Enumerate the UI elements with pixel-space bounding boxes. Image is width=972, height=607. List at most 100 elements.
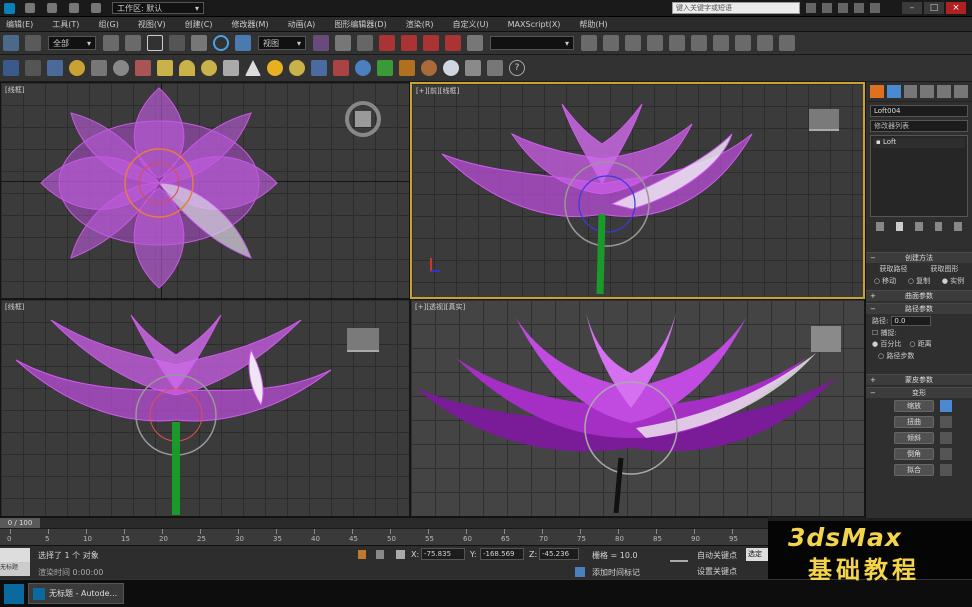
time-slider[interactable]: 0 / 100 — [0, 517, 768, 528]
auto-key-button[interactable]: 自动关键点 — [697, 550, 737, 561]
radio-copy[interactable]: ○ 复制 — [908, 276, 930, 286]
viewport-left[interactable]: [线框] — [0, 299, 410, 517]
cylinder-icon[interactable] — [223, 60, 239, 76]
scale-deform-button[interactable]: 缩放 — [894, 400, 934, 412]
curve-editor-icon[interactable] — [669, 35, 685, 51]
measure-icon[interactable] — [487, 60, 503, 76]
fit-deform-button[interactable]: 拟合 — [894, 464, 934, 476]
viewcube-icon[interactable] — [347, 328, 379, 352]
white-sphere-icon[interactable] — [443, 60, 459, 76]
biped-icon[interactable] — [399, 60, 415, 76]
hierarchy-tab-icon[interactable] — [903, 85, 918, 98]
radio-move[interactable]: ○ 移动 — [874, 276, 896, 286]
lock-selection-icon[interactable] — [358, 550, 366, 559]
percent-snap-icon[interactable] — [423, 35, 439, 51]
viewport-top[interactable]: [线框] — [0, 82, 410, 299]
pivot-center-icon[interactable] — [313, 35, 329, 51]
modifier-list-dropdown[interactable]: 修改器列表 — [870, 120, 968, 132]
named-selection-dropdown[interactable]: ▾ — [490, 36, 574, 50]
remove-modifier-icon[interactable] — [934, 222, 943, 231]
rotate-icon[interactable] — [213, 35, 229, 51]
menu-item-maxscript[interactable]: MAXScript(X) — [502, 20, 574, 29]
get-shape-button[interactable]: 获取图形 — [931, 264, 959, 274]
maxscript-listener[interactable] — [0, 548, 30, 562]
twist-deform-toggle-icon[interactable] — [940, 416, 952, 428]
snap-checkbox[interactable]: ☐ 捕捉: — [872, 329, 897, 337]
object-name-field[interactable]: Loft004 — [870, 105, 968, 117]
hemisphere-icon[interactable] — [179, 60, 195, 76]
light-icon[interactable] — [69, 60, 85, 76]
render-teapot-icon[interactable] — [779, 35, 795, 51]
viewport-perspective[interactable]: [+][透视][真实] — [410, 299, 865, 517]
set-key-button[interactable]: 设置关键点 — [697, 566, 737, 577]
rollout-skin-params[interactable]: + 蒙皮参数 — [866, 374, 972, 385]
radio-percent[interactable]: ● 百分比 — [872, 339, 901, 349]
add-time-tag[interactable]: 添加时间标记 — [592, 567, 640, 578]
render-frame-icon[interactable] — [757, 35, 773, 51]
key-filter-dropdown[interactable]: 选定 — [746, 548, 768, 561]
help-icon[interactable] — [870, 3, 880, 13]
layer-manager-icon[interactable] — [625, 35, 641, 51]
rollout-surface-params[interactable]: + 曲面参数 — [866, 290, 972, 301]
modifier-stack-item[interactable]: ▪ Loft — [873, 138, 965, 148]
schematic-view-icon[interactable] — [691, 35, 707, 51]
rectangular-selection-icon[interactable] — [147, 35, 163, 51]
viewcube-icon[interactable] — [809, 109, 839, 131]
viewcube-icon[interactable] — [811, 326, 841, 352]
search-icon[interactable] — [806, 3, 816, 13]
link-icon[interactable] — [3, 35, 19, 51]
maximize-icon[interactable]: □ — [924, 2, 944, 14]
taskbar-item-3dsmax[interactable]: 无标题 - Autode... — [28, 583, 124, 604]
rollout-path-params[interactable]: − 路径参数 — [866, 303, 972, 314]
key-icon[interactable] — [670, 554, 688, 562]
menu-item-customize[interactable]: 自定义(U) — [447, 19, 502, 30]
teeter-deform-toggle-icon[interactable] — [940, 432, 952, 444]
save-file-icon[interactable] — [69, 3, 79, 13]
menu-item-help[interactable]: 帮助(H) — [573, 19, 620, 30]
path-spinner[interactable]: 0.0 — [891, 316, 932, 326]
app-logo-icon[interactable] — [4, 3, 15, 14]
menu-item-create[interactable]: 创建(C) — [179, 19, 226, 30]
menu-item-modifiers[interactable]: 修改器(M) — [225, 19, 281, 30]
show-end-result-icon[interactable] — [895, 222, 904, 231]
rollout-creation-method[interactable]: − 创建方法 — [866, 252, 972, 263]
reference-coordinate-dropdown[interactable]: 视图 ▾ — [258, 36, 306, 50]
window-crossing-icon[interactable] — [169, 35, 185, 51]
graphite-ribbon-icon[interactable] — [647, 35, 663, 51]
undo-icon[interactable] — [91, 3, 101, 13]
utilities-tab-icon[interactable] — [954, 85, 968, 98]
viewcube-icon[interactable] — [345, 101, 381, 137]
container-icon[interactable] — [3, 60, 19, 76]
group-icon[interactable] — [465, 60, 481, 76]
scene-explorer-icon[interactable] — [25, 60, 41, 76]
menu-item-tools[interactable]: 工具(T) — [46, 19, 92, 30]
help-circle-icon[interactable]: ? — [509, 60, 525, 76]
modify-tab-icon[interactable] — [886, 85, 901, 98]
favorites-icon[interactable] — [854, 3, 864, 13]
isolate-icon[interactable] — [376, 550, 384, 559]
move-icon[interactable] — [191, 35, 207, 51]
new-file-icon[interactable] — [25, 3, 35, 13]
sphere-icon[interactable] — [113, 60, 129, 76]
select-manipulate-icon[interactable] — [335, 35, 351, 51]
configure-sets-icon[interactable] — [954, 222, 962, 231]
angle-snap-icon[interactable] — [401, 35, 417, 51]
particle-icon[interactable] — [311, 60, 327, 76]
rollout-deformation[interactable]: − 变形 — [866, 387, 972, 398]
bevel-deform-button[interactable]: 倒角 — [894, 448, 934, 460]
pin-stack-icon[interactable] — [876, 222, 884, 231]
menu-item-edit[interactable]: 编辑(E) — [0, 19, 46, 30]
workspace-dropdown[interactable]: 工作区: 默认 ▾ — [112, 2, 204, 14]
space-warp-icon[interactable] — [135, 60, 151, 76]
select-object-icon[interactable] — [103, 35, 119, 51]
box-icon[interactable] — [157, 60, 173, 76]
foliage-icon[interactable] — [377, 60, 393, 76]
helper-icon[interactable] — [91, 60, 107, 76]
time-tag-icon[interactable] — [575, 567, 585, 577]
get-path-button[interactable]: 获取路径 — [880, 264, 908, 274]
scale-deform-toggle-icon[interactable] — [940, 400, 952, 412]
unlink-icon[interactable] — [25, 35, 41, 51]
spinner-snap-icon[interactable] — [445, 35, 461, 51]
make-unique-icon[interactable] — [915, 222, 923, 231]
teeter-deform-button[interactable]: 倾斜 — [894, 432, 934, 444]
